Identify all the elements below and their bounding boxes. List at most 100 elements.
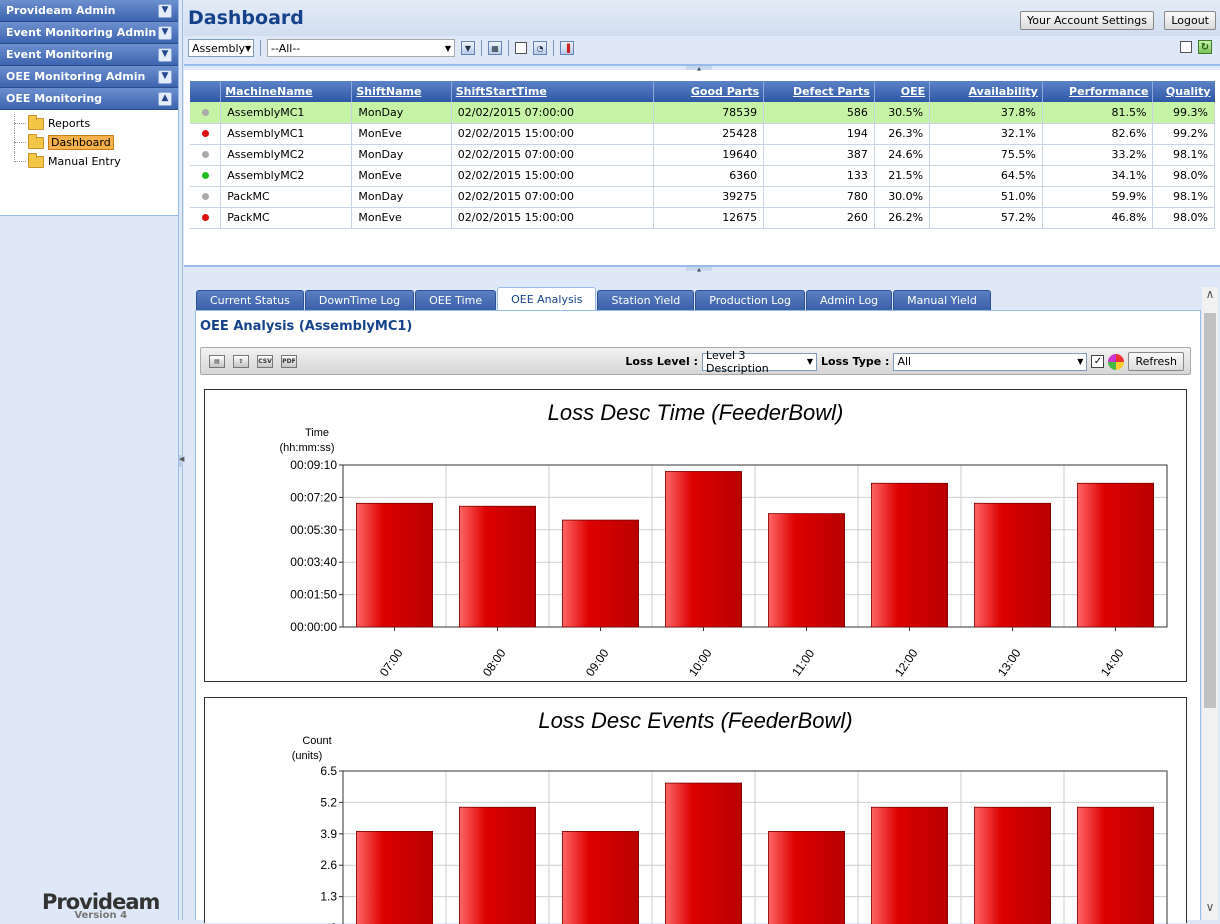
defect-parts-cell: 194 — [763, 123, 875, 145]
csv-icon[interactable]: CSV — [257, 355, 273, 368]
column-header-oee[interactable]: OEE — [874, 81, 931, 102]
show-pie-checkbox[interactable]: ✓ — [1091, 355, 1105, 368]
column-header-machinename[interactable]: MachineName — [220, 81, 353, 102]
tab-current-status[interactable]: Current Status — [196, 290, 304, 310]
tab-oee-time[interactable]: OEE Time — [415, 290, 497, 310]
filter-icon[interactable]: ▼ — [461, 41, 475, 55]
shift-start-cell: 02/02/2015 07:00:00 — [451, 186, 654, 208]
column-header-availability[interactable]: Availability — [929, 81, 1043, 102]
y-tick-label: 00:05:30 — [290, 523, 337, 537]
availability-cell: 37.8% — [929, 102, 1043, 124]
dropdown-arrow-icon: ▼ — [806, 357, 814, 366]
chevron-down-icon[interactable]: ▼ — [158, 3, 172, 18]
refresh-icon[interactable]: ↻ — [1198, 40, 1212, 54]
area-select-value: Assembly — [192, 41, 246, 55]
splitter-grip-icon[interactable]: ▲ — [686, 267, 712, 273]
loss-level-label: Loss Level : — [625, 355, 699, 368]
status-dot-icon — [201, 108, 209, 116]
account-settings-button[interactable]: Your Account Settings — [1019, 11, 1154, 30]
sidebar-section-oee-monitoring[interactable]: OEE Monitoring ▲ — [0, 88, 178, 110]
status-cell — [190, 123, 222, 145]
auto-update-checkbox[interactable] — [1180, 41, 1192, 53]
column-header-performance[interactable]: Performance — [1042, 81, 1154, 102]
quality-cell: 98.1% — [1152, 144, 1215, 166]
column-header-defect-parts[interactable]: Defect Parts — [763, 81, 875, 102]
export-icon[interactable]: ⇪ — [233, 355, 249, 368]
refresh-settings-icon[interactable]: ◔ — [533, 41, 547, 55]
tab-admin-log[interactable]: Admin Log — [805, 290, 893, 310]
pdf-icon[interactable]: PDF — [281, 355, 297, 368]
y-tick-label: 5.2 — [320, 795, 337, 809]
table-row[interactable]: PackMC MonEve 02/02/2015 15:00:00 12675 260 2… — [190, 207, 1215, 229]
chevron-up-icon[interactable]: ▲ — [158, 91, 172, 106]
loss-type-select[interactable]: All ▼ — [893, 352, 1088, 371]
table-row[interactable]: AssemblyMC1 MonEve 02/02/2015 15:00:00 2542… — [190, 123, 1215, 145]
table-row[interactable]: AssemblyMC2 MonDay 02/02/2015 07:00:00 1964… — [190, 144, 1215, 166]
pie-chart-icon[interactable] — [1108, 353, 1125, 370]
tree-item-manual-entry[interactable]: Manual Entry — [0, 152, 178, 171]
good-parts-cell: 12675 — [653, 207, 765, 229]
logout-button[interactable]: Logout — [1164, 11, 1216, 30]
column-header-good-parts[interactable]: Good Parts — [653, 81, 765, 102]
bar — [870, 806, 949, 924]
tab-manual-yield[interactable]: Manual Yield — [893, 290, 991, 310]
chevron-down-icon[interactable]: ▼ — [158, 47, 172, 62]
defect-parts-cell: 586 — [763, 102, 875, 124]
status-cell — [190, 186, 222, 208]
sidebar-section-label: OEE Monitoring Admin — [6, 70, 146, 83]
quality-cell: 98.0% — [1152, 207, 1215, 229]
report-toolbar: ▤ ⇪ CSV PDF Loss Level : Level 3 Descrip… — [200, 347, 1191, 375]
grid-splitter-top[interactable]: ▲ — [184, 65, 1220, 72]
availability-cell: 64.5% — [929, 165, 1043, 187]
tab-oee-analysis[interactable]: OEE Analysis — [497, 287, 597, 310]
tab-production-log[interactable]: Production Log — [695, 290, 805, 310]
scrollbar-thumb[interactable] — [1204, 313, 1216, 708]
machine-select[interactable]: --All-- ▼ — [267, 39, 455, 57]
table-row[interactable]: AssemblyMC2 MonEve 02/02/2015 15:00:00 6360… — [190, 165, 1215, 187]
scroll-down-icon[interactable]: ∨ — [1202, 900, 1218, 914]
page-title: Dashboard — [188, 7, 304, 29]
splitter-grip-icon[interactable]: ▲ — [686, 66, 712, 72]
defect-parts-cell: 133 — [763, 165, 875, 187]
bar — [973, 806, 1052, 924]
sidebar-section-provideam-admin[interactable]: Provideam Admin ▼ — [0, 0, 178, 22]
sidebar-section-event-monitoring-admin[interactable]: Event Monitoring Admin ▼ — [0, 22, 178, 44]
calendar-icon[interactable]: ▦ — [488, 41, 502, 55]
table-row[interactable]: AssemblyMC1 MonDay 02/02/2015 07:00:00 7853… — [190, 102, 1215, 124]
column-header-shiftname[interactable]: ShiftName — [351, 81, 452, 102]
bar — [973, 502, 1052, 628]
machine-name-cell: PackMC — [220, 186, 353, 208]
loss-level-value: Level 3 Description — [706, 348, 769, 375]
separator — [481, 40, 482, 56]
chart-icon[interactable]: ▐ — [560, 41, 574, 55]
tab-station-yield[interactable]: Station Yield — [597, 290, 695, 310]
print-icon[interactable]: ▤ — [209, 355, 225, 368]
refresh-button[interactable]: Refresh — [1128, 352, 1184, 371]
y-tick-label: 3.9 — [320, 827, 337, 841]
status-dot-icon — [201, 151, 209, 158]
sidebar-splitter[interactable]: ◀ — [179, 0, 184, 920]
panel-scrollbar[interactable]: ∧ ∨ — [1202, 287, 1218, 920]
scroll-up-icon[interactable]: ∧ — [1202, 287, 1218, 301]
auto-refresh-checkbox[interactable] — [515, 42, 527, 54]
table-row[interactable]: PackMC MonDay 02/02/2015 07:00:00 39275 780 3… — [190, 186, 1215, 208]
chevron-down-icon[interactable]: ▼ — [158, 69, 172, 84]
loss-level-select[interactable]: Level 3 Description ▼ — [702, 349, 818, 375]
quality-cell: 99.2% — [1152, 123, 1215, 145]
chevron-down-icon[interactable]: ▼ — [158, 25, 172, 40]
tree-item-reports[interactable]: Reports — [0, 114, 178, 133]
column-header-quality[interactable]: Quality — [1152, 81, 1215, 102]
tree-item-dashboard[interactable]: Dashboard — [0, 133, 178, 152]
status-cell — [190, 144, 222, 166]
collapse-arrow-icon[interactable]: ◀ — [179, 455, 184, 467]
sidebar-section-oee-monitoring-admin[interactable]: OEE Monitoring Admin ▼ — [0, 66, 178, 88]
availability-cell: 51.0% — [929, 186, 1043, 208]
grid-splitter-bottom[interactable]: ▲ — [184, 266, 1220, 273]
area-select[interactable]: Assembly ▼ — [188, 39, 254, 57]
tree-item-label: Manual Entry — [48, 155, 121, 168]
tab-downtime-log[interactable]: DownTime Log — [304, 290, 415, 310]
page-header: Dashboard Your Account Settings Logout — [184, 0, 1220, 36]
column-header-shiftstarttime[interactable]: ShiftStartTime — [451, 81, 654, 102]
machine-name-cell: AssemblyMC1 — [220, 123, 353, 145]
sidebar-section-event-monitoring[interactable]: Event Monitoring ▼ — [0, 44, 178, 66]
